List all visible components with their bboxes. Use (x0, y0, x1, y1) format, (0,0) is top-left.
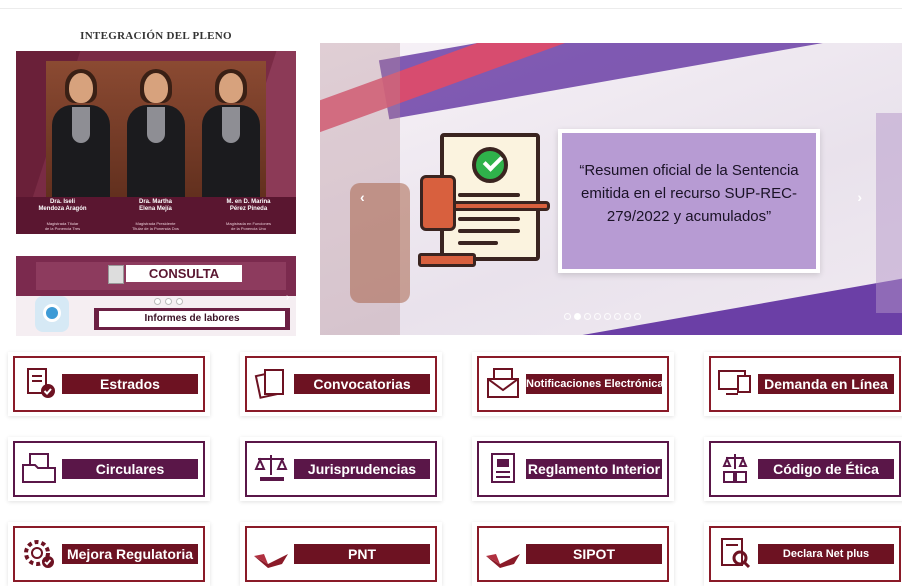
folder-document-icon (20, 451, 58, 485)
carousel-indicators[interactable] (564, 313, 641, 320)
tile-circulares[interactable]: Circulares (8, 437, 210, 501)
emblem-icon (108, 265, 124, 284)
tile-reglamento-interior[interactable]: Reglamento Interior (472, 437, 674, 501)
pleno-names-band: Dra. Iseli Mendoza Aragón Magistrada Tit… (16, 197, 296, 234)
gavel-icon (350, 183, 410, 303)
tile-sipot[interactable]: SIPOT (472, 522, 674, 586)
document-magnifier-icon (716, 536, 754, 570)
member-name: Dra. Martha Elena Mejía (138, 199, 172, 212)
consulta-pager[interactable] (154, 298, 183, 305)
document-check-icon (20, 366, 58, 400)
pleno-photo (46, 61, 266, 211)
chevron-right-icon[interactable]: › (286, 292, 289, 303)
computer-document-icon (716, 366, 754, 400)
tile-notificaciones[interactable]: Notificaciones Electrónicas (472, 352, 674, 416)
consulta-header: CONSULTA (16, 256, 296, 296)
tile-label: Código de Ética (758, 459, 894, 479)
tile-demanda-en-linea[interactable]: Demanda en Línea (704, 352, 902, 416)
gear-check-icon (20, 536, 58, 570)
tile-label: Declara Net plus (758, 544, 894, 564)
tile-label: PNT (294, 544, 430, 564)
documents-icon (252, 366, 290, 400)
carousel-prev-button[interactable]: ‹ (360, 189, 365, 205)
tile-declara-net-plus[interactable]: Declara Net plus (704, 522, 902, 586)
tile-convocatorias[interactable]: Convocatorias (240, 352, 442, 416)
pleno-banner[interactable]: Dra. Iseli Mendoza Aragón Magistrada Tit… (16, 51, 296, 234)
top-divider (0, 8, 902, 9)
tile-codigo-de-etica[interactable]: Código de Ética (704, 437, 902, 501)
consulta-title: CONSULTA (126, 265, 242, 282)
slide-quote-text: “Resumen oficial de la Sentencia emitida… (579, 162, 799, 225)
carousel-dot[interactable] (604, 313, 611, 320)
tile-jurisprudencias[interactable]: Jurisprudencias (240, 437, 442, 501)
tile-label: Convocatorias (294, 374, 430, 394)
carousel-dot[interactable] (584, 313, 591, 320)
carousel-dot[interactable] (574, 313, 581, 320)
pnt-logo-icon (252, 536, 290, 570)
tile-label: Demanda en Línea (758, 374, 894, 394)
tile-estrados[interactable]: Estrados (8, 352, 210, 416)
magistrate-figure (123, 61, 189, 211)
member-role: Magistrada en Funciones de la Ponencia U… (226, 221, 271, 231)
carousel-dot[interactable] (594, 313, 601, 320)
tile-label: Circulares (62, 459, 198, 479)
carousel-dot[interactable] (614, 313, 621, 320)
sipot-logo-icon (484, 536, 522, 570)
member-name: M. en D. Marina Pérez Pineda (226, 199, 271, 212)
tile-label: Mejora Regulatoria (62, 544, 198, 564)
carousel-dot[interactable] (564, 313, 571, 320)
scales-gavel-icon (252, 451, 290, 485)
tile-label: Reglamento Interior (526, 459, 662, 479)
tile-pnt[interactable]: PNT (240, 522, 442, 586)
informes-de-labores-button[interactable]: Informes de labores (94, 308, 290, 330)
carousel-dot[interactable] (624, 313, 631, 320)
tile-label: Estrados (62, 374, 198, 394)
tile-mejora-regulatoria[interactable]: Mejora Regulatoria (8, 522, 210, 586)
member-role: Magistrada Presidente Titular de la Pone… (132, 221, 179, 231)
informes-label: Informes de labores (99, 311, 285, 327)
tile-label: Jurisprudencias (294, 459, 430, 479)
pleno-heading: INTEGRACIÓN DEL PLENO (80, 30, 232, 42)
tile-label: Notificaciones Electrónicas (526, 374, 662, 394)
carousel-next-button[interactable]: › (857, 189, 862, 205)
carousel-dot[interactable] (634, 313, 641, 320)
news-carousel[interactable]: “Resumen oficial de la Sentencia emitida… (320, 43, 902, 335)
rulebook-icon (484, 451, 522, 485)
tile-label: SIPOT (526, 544, 662, 564)
envelope-letter-icon (484, 366, 522, 400)
member-role: Magistrada Titular de la Ponencia Tres (44, 221, 81, 231)
member-name: Dra. Iseli Mendoza Aragón (38, 199, 87, 212)
ethics-book-icon (716, 451, 754, 485)
magistrate-figure (198, 61, 264, 211)
consulta-banner[interactable]: CONSULTA › Informes de labores (16, 256, 296, 336)
magistrate-figure (48, 61, 114, 211)
slide-caption: “Resumen oficial de la Sentencia emitida… (558, 129, 820, 273)
chart-report-icon (35, 296, 69, 332)
